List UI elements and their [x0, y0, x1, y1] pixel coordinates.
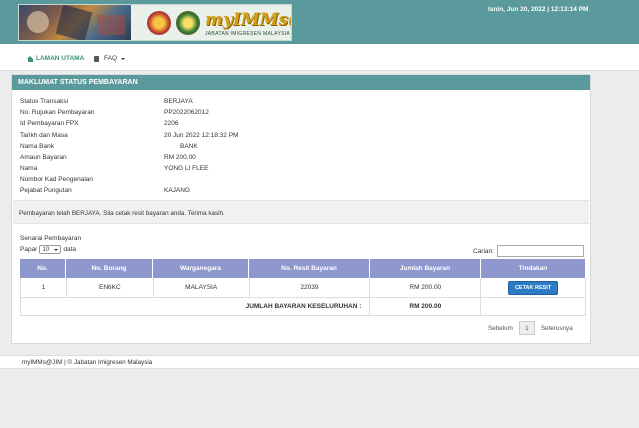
- page-size-select[interactable]: 10: [39, 245, 62, 254]
- nav-home-label: LAMAN UTAMA: [36, 55, 85, 62]
- detail-label: Status Transaksi: [20, 98, 69, 105]
- detail-row: Tarikh dan Masa 20 Jun 2022 12:18:32 PM: [20, 132, 320, 142]
- nav-faq-dropdown[interactable]: FAQ: [94, 55, 126, 62]
- immigration-crest-logo: [176, 11, 200, 35]
- brand-subtitle: JABATAN IMIGRESEN MALAYSIA: [205, 31, 291, 37]
- banner-photo: [19, 5, 131, 40]
- detail-label: Id Pembayaran FPX: [20, 120, 79, 127]
- detail-value: KAJANG: [164, 187, 191, 194]
- cell-borang: EN6KC: [67, 278, 154, 297]
- total-empty-cell: [481, 298, 586, 315]
- search-label: Carian:: [473, 247, 494, 255]
- main-navbar: LAMAN UTAMA FAQ: [0, 44, 639, 71]
- nav-home-link[interactable]: LAMAN UTAMA: [27, 55, 84, 62]
- column-header[interactable]: No.: [20, 259, 66, 278]
- detail-value: PP2022062012: [164, 109, 209, 116]
- cell-resit: 22039: [250, 278, 371, 297]
- column-header[interactable]: Jumlah Bayaran: [370, 259, 481, 278]
- cell-action: CETAK RESIT: [481, 278, 586, 297]
- page-size-prefix: Papar: [20, 246, 38, 253]
- home-icon: [27, 55, 34, 62]
- current-datetime: Isnin, Jun 20, 2022 | 12:13:14 PM: [488, 6, 589, 13]
- total-value: RM 200.00: [370, 298, 482, 315]
- chevron-down-icon: [54, 248, 59, 251]
- detail-label: Nama Bank: [20, 143, 54, 150]
- search-control: Carian:: [473, 245, 584, 257]
- detail-row: Status Transaksi BERJAYA: [20, 98, 320, 108]
- detail-label: Tarikh dan Masa: [20, 132, 68, 139]
- detail-row: Nombor Kad Pengenalan: [20, 176, 320, 186]
- column-header[interactable]: Warganegara: [153, 259, 249, 278]
- brand-logo: myIMMs@JIM: [205, 10, 291, 30]
- detail-label: Pejabat Pungutan: [20, 187, 72, 194]
- chevron-down-icon: [121, 57, 126, 60]
- success-notice: Pembayaran telah BERJAYA. Sila cetak res…: [13, 200, 589, 224]
- total-label: JUMLAH BAYARAN KESELURUHAN :: [21, 298, 371, 315]
- column-header[interactable]: No. Borang: [66, 259, 153, 278]
- column-header[interactable]: No. Resit Bayaran: [249, 259, 370, 278]
- detail-row: Nama Bank BANK: [20, 143, 320, 153]
- footer-text: myIMMs@JIM | © Jabatan Imigresen Malaysi…: [22, 359, 153, 366]
- cell-no: 1: [21, 278, 67, 297]
- detail-value: RM 200.00: [164, 154, 196, 161]
- payment-table: No. No. Borang Warganegara No. Resit Bay…: [20, 259, 586, 316]
- page-number-button[interactable]: 1: [518, 321, 535, 335]
- detail-row: Amaun Bayaran RM 200.00: [20, 154, 320, 164]
- top-header: myIMMs@JIM JABATAN IMIGRESEN MALAYSIA Is…: [0, 0, 639, 44]
- panel-title: MAKLUMAT STATUS PEMBAYARAN: [12, 75, 590, 90]
- page-size-value: 10: [42, 246, 50, 253]
- page-size-suffix: data: [63, 246, 77, 253]
- table-header: No. No. Borang Warganegara No. Resit Bay…: [20, 259, 586, 278]
- header-banner: myIMMs@JIM JABATAN IMIGRESEN MALAYSIA: [18, 4, 292, 41]
- pagination: Sebelum 1 Seterusnya: [488, 321, 573, 335]
- detail-row: No. Rujukan Pembayaran PP2022062012: [20, 109, 320, 119]
- detail-label: No. Rujukan Pembayaran: [20, 109, 95, 116]
- print-receipt-button[interactable]: CETAK RESIT: [507, 280, 559, 295]
- column-header[interactable]: Tindakan: [481, 259, 586, 278]
- detail-label: Nama: [20, 165, 38, 172]
- detail-row: Id Pembayaran FPX 2206: [20, 120, 320, 130]
- page-footer: myIMMs@JIM | © Jabatan Imigresen Malaysi…: [0, 355, 639, 369]
- page-size-control: Papar 10 data: [20, 245, 76, 254]
- detail-value: 2206: [164, 120, 179, 127]
- detail-row: Nama YONG LI FLEE: [20, 165, 320, 175]
- detail-value: BERJAYA: [164, 98, 193, 105]
- list-title: Senarai Pembayaran: [20, 235, 82, 242]
- book-icon: [94, 55, 99, 62]
- cell-warganegara: MALAYSIA: [154, 278, 250, 297]
- payment-status-panel: MAKLUMAT STATUS PEMBAYARAN Status Transa…: [11, 74, 591, 344]
- detail-row: Pejabat Pungutan KAJANG: [20, 187, 320, 197]
- cell-jumlah: RM 200.00: [370, 278, 482, 297]
- total-row: JUMLAH BAYARAN KESELURUHAN : RM 200.00: [20, 298, 586, 316]
- search-input[interactable]: [496, 245, 584, 257]
- detail-label: Nombor Kad Pengenalan: [20, 176, 93, 183]
- detail-value: YONG LI FLEE: [164, 165, 209, 172]
- nav-faq-label: FAQ: [104, 55, 118, 62]
- prev-page-button[interactable]: Sebelum: [488, 325, 513, 332]
- table-row: 1 EN6KC MALAYSIA 22039 RM 200.00 CETAK R…: [20, 278, 586, 298]
- malaysia-crest-logo: [147, 11, 171, 35]
- next-page-button[interactable]: Seterusnya: [541, 325, 573, 332]
- detail-label: Amaun Bayaran: [20, 154, 67, 161]
- detail-value: 20 Jun 2022 12:18:32 PM: [164, 132, 239, 139]
- detail-value: BANK: [180, 143, 198, 150]
